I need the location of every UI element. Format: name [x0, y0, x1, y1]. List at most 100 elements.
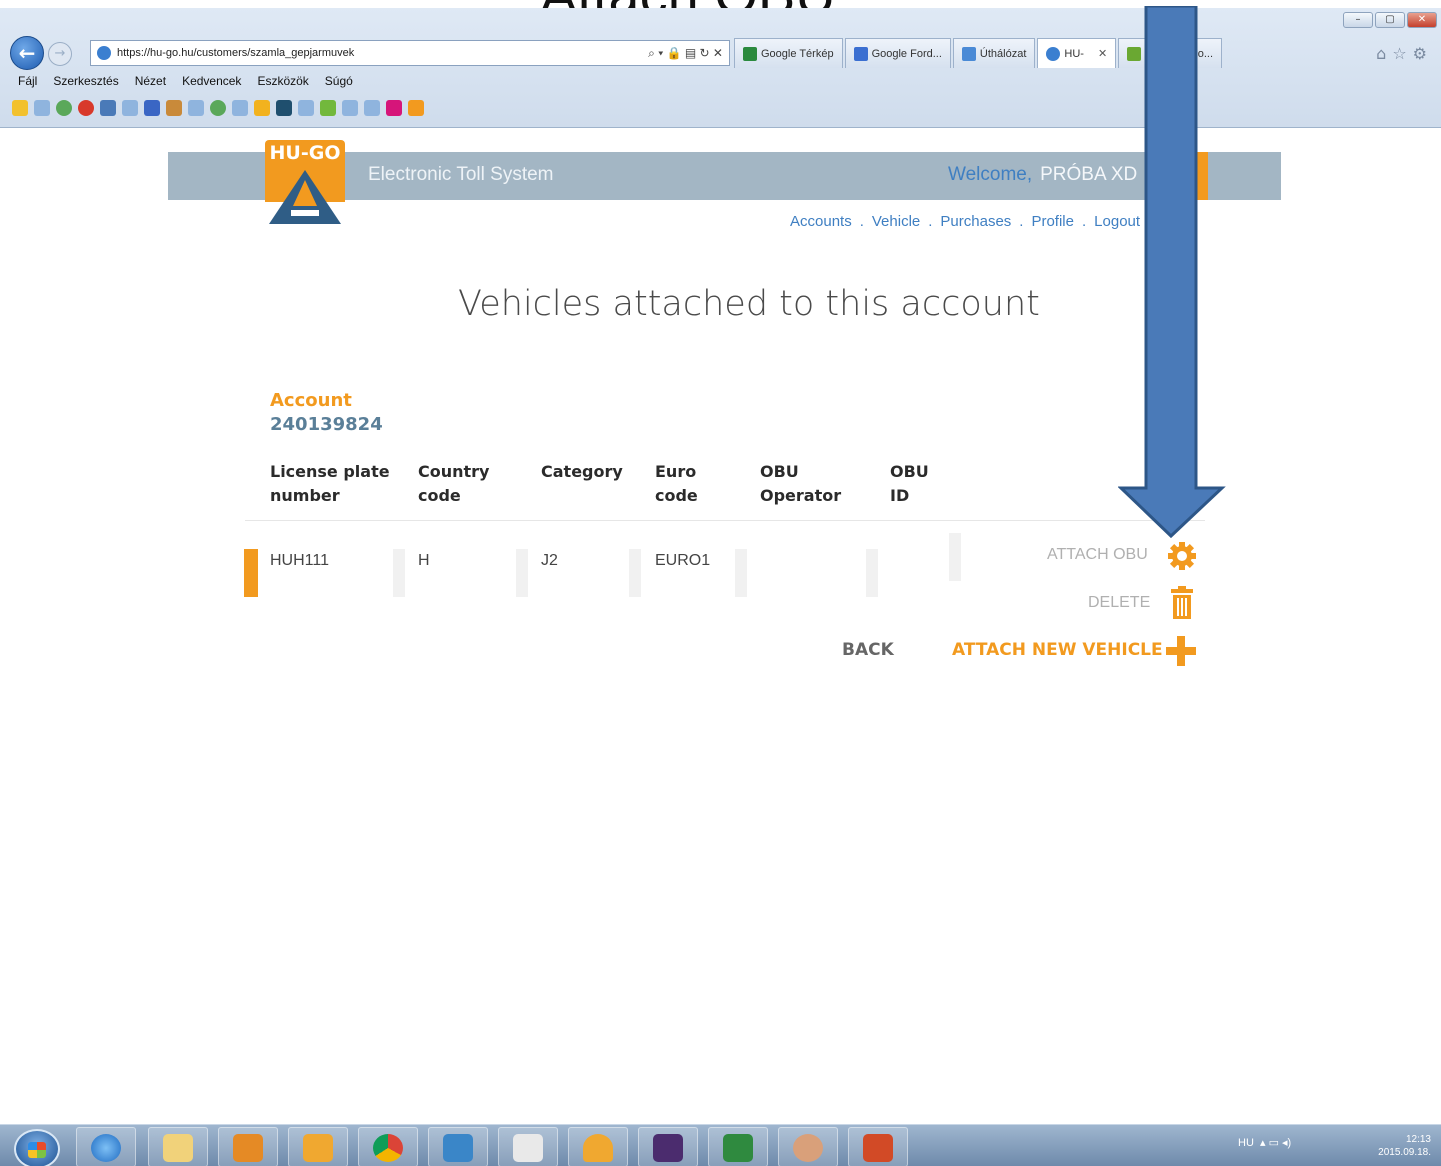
row-accent-bar: [244, 549, 258, 597]
fav-page-icon[interactable]: [232, 100, 248, 116]
close-tab-icon[interactable]: ✕: [1098, 40, 1107, 68]
ie-page-icon: [961, 46, 976, 61]
site-name: Electronic Toll System: [368, 164, 554, 185]
fav-blue-icon[interactable]: [144, 100, 160, 116]
menu-tools[interactable]: Eszközök: [257, 74, 308, 88]
menu-favorites[interactable]: Kedvencek: [182, 74, 241, 88]
taskbar-user[interactable]: [778, 1127, 838, 1166]
tab-uthalozat[interactable]: Úthálózat: [952, 38, 1036, 68]
menu-file[interactable]: Fájl: [18, 74, 37, 88]
menu-help[interactable]: Súgó: [325, 74, 353, 88]
fav-green-icon[interactable]: [320, 100, 336, 116]
fav-bing-icon[interactable]: [254, 100, 270, 116]
attach-obu-button[interactable]: ATTACH OBU: [1047, 546, 1148, 564]
address-tools-icons[interactable]: ⌕ ▾ 🔒 ▤ ↻ ✕: [648, 41, 723, 65]
nav-accounts[interactable]: Accounts: [790, 213, 852, 230]
taskbar-phone[interactable]: [638, 1127, 698, 1166]
maps-icon: [743, 46, 757, 61]
cell-separator: [516, 549, 528, 597]
fav-map-icon[interactable]: [166, 100, 182, 116]
taskbar-outlook[interactable]: [288, 1127, 348, 1166]
site-icon: [97, 46, 111, 60]
logo-text: HU-GO: [269, 142, 341, 164]
folder-icon: [163, 1134, 193, 1162]
tab-google-translate[interactable]: Google Ford...: [844, 38, 951, 68]
fav-rss-icon[interactable]: [408, 100, 424, 116]
taskbar-excel[interactable]: [708, 1127, 768, 1166]
column-header-category: Category: [541, 462, 623, 481]
forward-button[interactable]: →: [48, 42, 72, 66]
excel-icon: [723, 1134, 753, 1162]
top-navigation: Accounts . Vehicle . Purchases . Profile…: [790, 213, 1140, 230]
start-button[interactable]: [14, 1129, 60, 1166]
outlook-icon: [303, 1134, 333, 1162]
menu-bar: Fájl Szerkesztés Nézet Kedvencek Eszközö…: [18, 74, 353, 88]
page-title: Vehicles attached to this account: [458, 284, 1040, 324]
cell-euro: EURO1: [655, 552, 711, 569]
fav-page-icon[interactable]: [188, 100, 204, 116]
welcome-block: Welcome, PRÓBA XD: [948, 164, 1137, 186]
maximize-icon[interactable]: ▢: [1375, 12, 1405, 28]
fav-page-icon[interactable]: [342, 100, 358, 116]
home-star-gear-icons[interactable]: ⌂☆⚙: [1376, 44, 1433, 63]
taskbar-app[interactable]: [498, 1127, 558, 1166]
nav-profile[interactable]: Profile: [1031, 213, 1074, 230]
attach-new-vehicle-button[interactable]: ATTACH NEW VEHICLE: [952, 640, 1163, 660]
gear-icon[interactable]: [1166, 540, 1198, 576]
language-indicator[interactable]: HU ▴ ▭ ◂): [1238, 1136, 1291, 1149]
phone-icon: [653, 1134, 683, 1162]
ie-page-icon: [1046, 46, 1061, 61]
road-icon: [269, 170, 341, 224]
cell-country: H: [418, 552, 430, 569]
cell-separator: [393, 549, 405, 597]
url-text: https://hu-go.hu/customers/szamla_gepjar…: [117, 47, 355, 59]
taskbar-ie[interactable]: [76, 1127, 136, 1166]
fav-share-icon[interactable]: [100, 100, 116, 116]
taskbar-chrome[interactable]: [358, 1127, 418, 1166]
fav-page-icon[interactable]: [122, 100, 138, 116]
nav-vehicle[interactable]: Vehicle: [872, 213, 920, 230]
menu-edit[interactable]: Szerkesztés: [53, 74, 118, 88]
welcome-label: Welcome,: [948, 164, 1033, 185]
column-header-country: Country code: [418, 462, 490, 505]
fav-telekom-icon[interactable]: [386, 100, 402, 116]
fav-green-icon[interactable]: [210, 100, 226, 116]
address-bar[interactable]: https://hu-go.hu/customers/szamla_gepjar…: [90, 40, 730, 66]
tab-hugo[interactable]: HU- ✕: [1037, 38, 1117, 68]
taskbar-app-hat[interactable]: [568, 1127, 628, 1166]
menu-view[interactable]: Nézet: [135, 74, 166, 88]
favorites-star-icon[interactable]: [12, 100, 28, 116]
plus-icon[interactable]: [1166, 636, 1196, 670]
taskbar-explorer[interactable]: [148, 1127, 208, 1166]
cell-separator: [949, 533, 961, 581]
windows-logo-icon: [28, 1142, 46, 1158]
cell-separator: [735, 549, 747, 597]
fav-page-icon[interactable]: [298, 100, 314, 116]
back-button[interactable]: ←: [10, 36, 44, 70]
column-header-plate: License plate number: [270, 462, 390, 505]
close-icon[interactable]: ✕: [1407, 12, 1437, 28]
lync-icon: [443, 1134, 473, 1162]
favorites-bar: [12, 100, 424, 116]
delete-button[interactable]: DELETE: [1088, 594, 1150, 612]
taskbar-powerpoint[interactable]: [848, 1127, 908, 1166]
window-controls: – ▢ ✕: [1343, 12, 1437, 28]
minimize-icon[interactable]: –: [1343, 12, 1373, 28]
annotation-arrow-icon: [1117, 4, 1226, 544]
back-button[interactable]: BACK: [842, 640, 894, 660]
taskbar-lync[interactable]: [428, 1127, 488, 1166]
fav-page-icon[interactable]: [34, 100, 50, 116]
trash-icon[interactable]: [1170, 586, 1194, 624]
fav-red-icon[interactable]: [78, 100, 94, 116]
fav-dark-icon[interactable]: [276, 100, 292, 116]
system-clock[interactable]: 12:13 2015.09.18.: [1378, 1133, 1431, 1159]
fav-page-icon[interactable]: [364, 100, 380, 116]
fav-green-icon[interactable]: [56, 100, 72, 116]
nav-purchases[interactable]: Purchases: [940, 213, 1011, 230]
tab-google-maps[interactable]: Google Térkép: [734, 38, 843, 68]
ie-icon: [91, 1134, 121, 1162]
translate-icon: [853, 46, 868, 61]
taskbar-media[interactable]: [218, 1127, 278, 1166]
app-icon: [513, 1134, 543, 1162]
hugo-logo[interactable]: HU-GO: [265, 140, 345, 228]
